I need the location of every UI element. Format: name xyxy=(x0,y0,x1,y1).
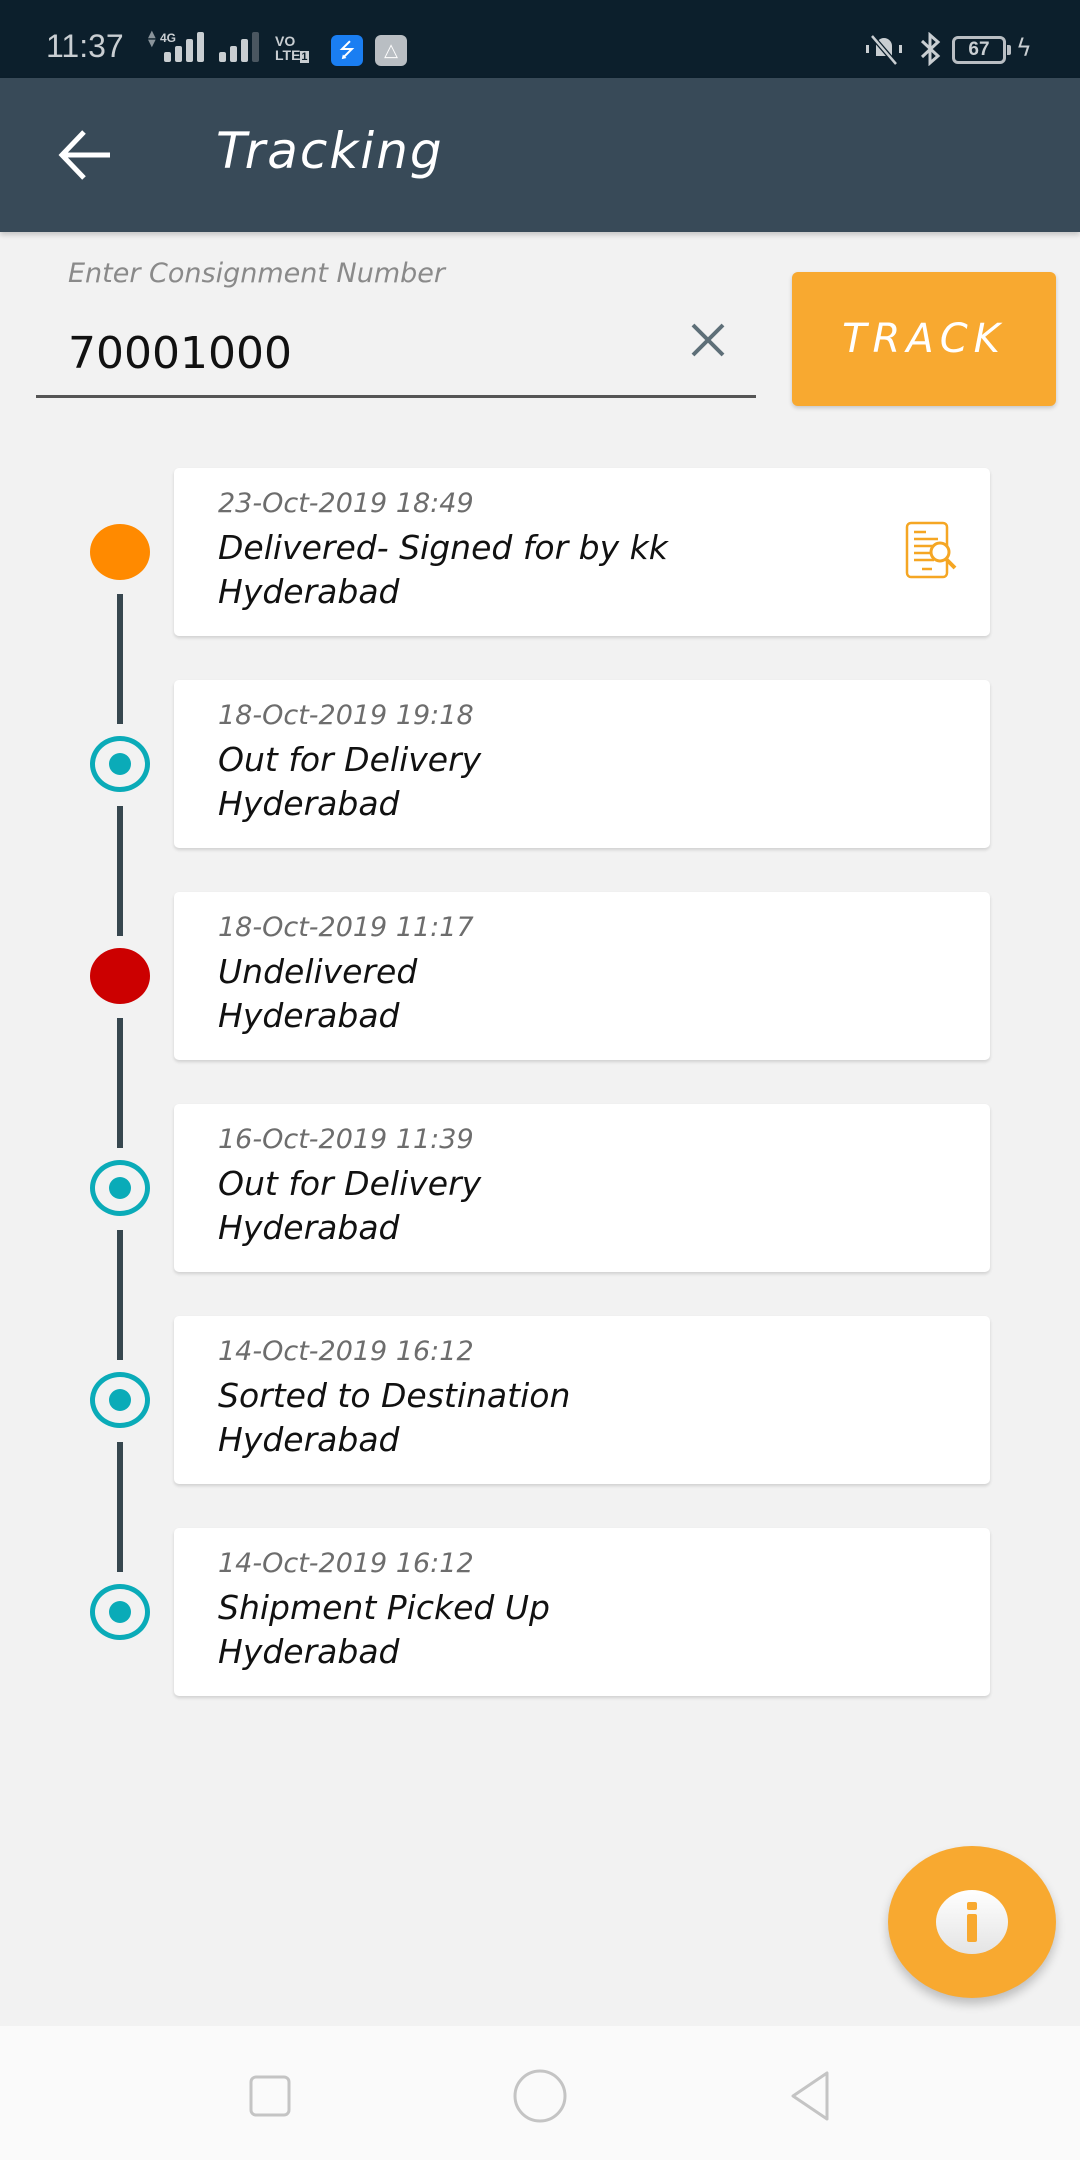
consignment-input[interactable] xyxy=(36,312,756,398)
timeline-item: 16-Oct-2019 11:39 Out for Delivery Hyderab… xyxy=(0,1104,1080,1272)
home-icon xyxy=(513,2069,567,2123)
battery-icon: 67 xyxy=(952,36,1011,64)
back-icon xyxy=(791,2071,829,2121)
event-status: Sorted to Destination xyxy=(218,1376,571,1415)
bluetooth-icon xyxy=(918,31,942,73)
event-location: Hyderabad xyxy=(218,1632,400,1671)
event-date: 18-Oct-2019 19:18 xyxy=(218,700,474,731)
usb-icon: ⭍ xyxy=(331,35,363,66)
page-title: Tracking xyxy=(216,122,444,180)
status-marker-ring-teal xyxy=(90,1372,150,1428)
event-status: Shipment Picked Up xyxy=(218,1588,550,1627)
event-date: 14-Oct-2019 16:12 xyxy=(218,1548,474,1579)
event-location: Hyderabad xyxy=(218,1208,400,1247)
timeline-card[interactable]: 16-Oct-2019 11:39 Out for Delivery Hyderab… xyxy=(174,1104,990,1272)
track-button[interactable]: TRACK xyxy=(792,272,1056,406)
timeline-card[interactable]: 18-Oct-2019 11:17 Undelivered Hyderabad xyxy=(174,892,990,1060)
event-date: 14-Oct-2019 16:12 xyxy=(218,1336,474,1367)
signal-icon xyxy=(164,30,204,62)
event-location: Hyderabad xyxy=(218,572,400,611)
event-location: Hyderabad xyxy=(218,1420,400,1459)
info-icon xyxy=(936,1890,1008,1954)
vibrate-mute-icon xyxy=(860,34,908,73)
timeline-item: 23-Oct-2019 18:49 Delivered- Signed for b… xyxy=(0,468,1080,636)
document-search-icon xyxy=(905,521,957,579)
consignment-label: Enter Consignment Number xyxy=(68,258,446,289)
event-date: 18-Oct-2019 11:17 xyxy=(218,912,474,943)
home-button[interactable] xyxy=(500,2056,580,2136)
clear-button[interactable] xyxy=(684,316,732,364)
event-status: Delivered- Signed for by kk xyxy=(218,528,668,567)
charging-icon: ϟ xyxy=(1016,34,1032,62)
navigation-bar xyxy=(0,2026,1080,2160)
status-time: 11:37 xyxy=(46,28,124,64)
timeline-card[interactable]: 14-Oct-2019 16:12 Shipment Picked Up Hyder… xyxy=(174,1528,990,1696)
timeline-item: 14-Oct-2019 16:12 Sorted to Destination Hy… xyxy=(0,1316,1080,1484)
close-icon xyxy=(691,323,725,357)
volte-icon: VO LTE1 xyxy=(275,33,309,63)
back-nav-button[interactable] xyxy=(770,2056,850,2136)
share-icon: △ xyxy=(375,35,407,66)
timeline-item: 18-Oct-2019 19:18 Out for Delivery Hyderab… xyxy=(0,680,1080,848)
status-marker-filled-red xyxy=(90,948,150,1004)
event-date: 16-Oct-2019 11:39 xyxy=(218,1124,474,1155)
timeline-item: 18-Oct-2019 11:17 Undelivered Hyderabad xyxy=(0,892,1080,1060)
info-button[interactable] xyxy=(888,1846,1056,1998)
timeline-card[interactable]: 23-Oct-2019 18:49 Delivered- Signed for b… xyxy=(174,468,990,636)
signal-icon xyxy=(219,30,259,62)
timeline-item: 14-Oct-2019 16:12 Shipment Picked Up Hyder… xyxy=(0,1528,1080,1696)
event-status: Out for Delivery xyxy=(218,740,482,779)
status-marker-ring-teal xyxy=(90,1584,150,1640)
status-marker-ring-teal xyxy=(90,1160,150,1216)
event-status: Undelivered xyxy=(218,952,418,991)
event-status: Out for Delivery xyxy=(218,1164,482,1203)
data-arrows-icon: ▲ ▼ xyxy=(148,29,156,49)
status-marker-filled-orange xyxy=(90,524,150,580)
arrow-left-icon xyxy=(58,130,110,180)
timeline-card[interactable]: 14-Oct-2019 16:12 Sorted to Destination Hy… xyxy=(174,1316,990,1484)
event-date: 23-Oct-2019 18:49 xyxy=(218,488,474,519)
event-location: Hyderabad xyxy=(218,784,400,823)
status-marker-ring-teal xyxy=(90,736,150,792)
event-location: Hyderabad xyxy=(218,996,400,1035)
app-bar: Tracking xyxy=(0,78,1080,232)
status-bar: 11:37 ▲ ▼ 4G VO LTE1 ⭍ △ 67 ϟ xyxy=(0,0,1080,78)
recents-icon xyxy=(249,2075,291,2117)
back-button[interactable] xyxy=(50,120,120,190)
recents-button[interactable] xyxy=(230,2056,310,2136)
proof-of-delivery-button[interactable] xyxy=(904,520,960,580)
timeline-card[interactable]: 18-Oct-2019 19:18 Out for Delivery Hyderab… xyxy=(174,680,990,848)
